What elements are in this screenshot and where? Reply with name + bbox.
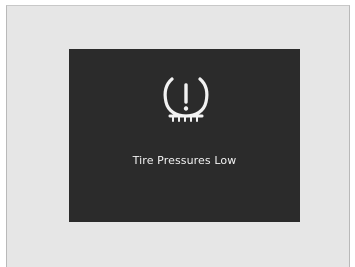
figure-frame: Tire Pressures Low: [6, 5, 350, 267]
warning-message: Tire Pressures Low: [132, 154, 237, 167]
instrument-display: Tire Pressures Low: [69, 49, 300, 222]
tpms-warning-icon: [154, 71, 218, 125]
